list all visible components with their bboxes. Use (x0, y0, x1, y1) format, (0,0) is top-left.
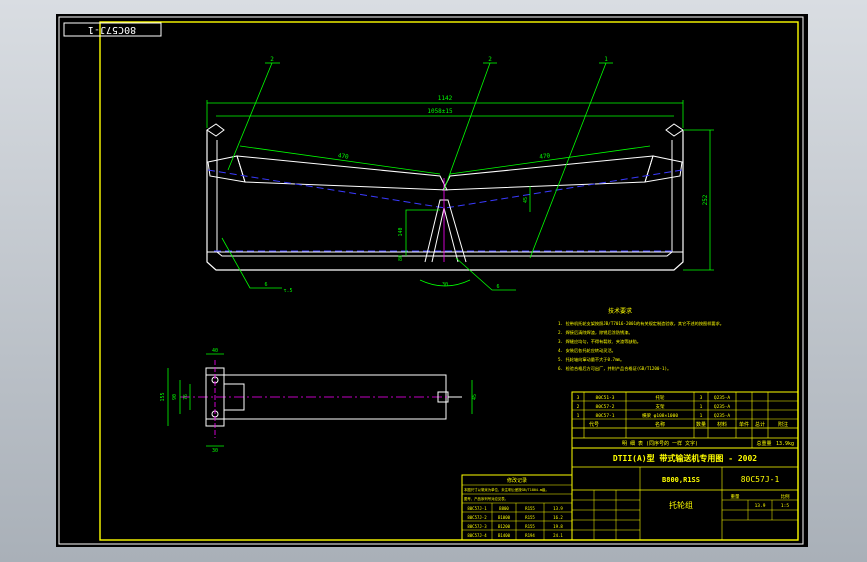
variant-r3-c3: R155 (525, 524, 535, 529)
variant-title: 修改记录 (507, 477, 527, 484)
drawing-number: 80C57J-1 (741, 475, 780, 484)
part-row-3-no: 1 (577, 413, 580, 419)
dim-height: 252 (702, 194, 709, 205)
scale-value: 1:5 (781, 503, 789, 509)
dim-bot: 80 (398, 255, 404, 261)
cad-drawing[interactable]: 80C57J-1 1142 1058±15 470 470 252 45 140… (0, 0, 867, 562)
parts-header-total: 总计 (755, 421, 765, 428)
parts-header-name: 名称 (655, 421, 665, 428)
part-row-3-mat: Q235-A (714, 413, 731, 419)
parts-header-code: 代号 (589, 421, 599, 428)
variant-r4-c1: 80C57J-4 (467, 533, 487, 538)
part-row-1-qty: 3 (700, 395, 703, 401)
part-row-1-name: 托轮 (656, 394, 665, 401)
variant-r2-c2: B1000 (498, 515, 511, 520)
tech-notes-title: 技术要求 (608, 307, 632, 315)
parts-header-mat: 材料 (717, 421, 727, 428)
part-name: 托轮组 (669, 500, 693, 510)
balloon-6a: 6 (264, 282, 267, 288)
tech-note-6: 6. 检验合格后方可出厂，并附产品合格证(GB/T1200-1)。 (558, 365, 671, 372)
total-weight-value: 13.9kg (776, 441, 794, 447)
weight-value: 13.9 (755, 503, 766, 509)
part-row-1-code: 80C51-3 (596, 395, 615, 401)
part-row-3-code: 80C57-1 (596, 413, 615, 419)
tech-note-2: 2. 焊接后清除焊渣，除锈后涂防锈漆。 (558, 329, 633, 336)
variant-r4-c2: B1400 (498, 533, 511, 538)
side-dim-right: 45 (472, 394, 478, 400)
variant-r2-c3: R155 (525, 515, 535, 520)
part-row-1-no: 3 (577, 395, 580, 401)
variant-r2-c1: 80C57J-2 (467, 515, 487, 520)
side-dim-h: 155 (160, 392, 166, 401)
balloon-2b: 2 (488, 56, 492, 63)
balloon-2a: 2 (270, 56, 274, 63)
parts-header-note: 附注 (778, 421, 788, 428)
dim-tau: τ.5 (283, 288, 292, 294)
variant-r4-c3: R194 (525, 533, 535, 538)
variant-r1-c2: B800 (499, 506, 509, 511)
variant-r4-c4: 24.1 (553, 533, 563, 538)
parts-header-qty: 数量 (696, 421, 706, 428)
drawing-number-stamp: 80C57J-1 (88, 24, 136, 35)
variant-r3-c4: 19.8 (553, 524, 563, 529)
variant-r1-c4: 13.9 (553, 506, 563, 511)
tech-note-4: 4. 安装后各托轮应转动灵活。 (558, 347, 616, 354)
variant-r1-c3: R155 (525, 506, 535, 511)
side-dim-bottom: 30 (212, 448, 218, 454)
part-row-2-name: 支架 (656, 403, 665, 410)
dim-small-b: 140 (398, 227, 404, 236)
tech-note-3: 3. 焊缝应均匀，不得有裂纹、夹渣等缺陷。 (558, 338, 641, 345)
side-dim-c: 76 (183, 394, 189, 400)
weight-label: 重量 (731, 493, 740, 500)
variant-r2-c4: 16.2 (553, 515, 563, 520)
tech-note-1: 1. 拉带机托轮支架按照JB/T7016-2001的有关规定制造验收，其它不述的… (558, 320, 724, 327)
dim-overall: 1142 (438, 95, 453, 102)
spec-label: B800,R1SS (662, 476, 700, 484)
tech-note-5: 5. 托轮轴向窜动量不大于0.7mm。 (558, 356, 624, 363)
part-row-2-code: 80C57-2 (596, 404, 615, 410)
balloon-1: 1 (604, 56, 608, 63)
series-title: DTII(A)型 带式输送机专用图 - 2002 (613, 453, 757, 463)
part-row-3-qty: 1 (700, 413, 703, 419)
variant-note-2: 图号、产品序列号对应见表。 (464, 496, 508, 501)
part-row-2-no: 2 (577, 404, 580, 410)
total-weight-label: 总重量 (756, 440, 771, 447)
part-row-3-name: 横梁 φ108×1000 (642, 412, 678, 419)
parts-header-unit: 单件 (739, 421, 749, 428)
variant-note-1: 本图尺寸以毫米为单位，未注明公差按GB/T1804-m级。 (464, 487, 549, 492)
cad-viewport: 80C57J-1 1142 1058±15 470 470 252 45 140… (0, 0, 867, 562)
variant-r1-c1: 80C57J-1 (467, 506, 487, 511)
side-dim-b: 90 (172, 394, 178, 400)
side-dim-top: 40 (212, 348, 218, 354)
scale-label: 比例 (781, 493, 790, 500)
dim-inner: 1058±15 (427, 108, 453, 115)
balloon-6b: 6 (496, 284, 499, 290)
part-row-2-mat: Q235-A (714, 404, 731, 410)
part-row-1-mat: Q235-A (714, 395, 731, 401)
part-row-2-qty: 1 (700, 404, 703, 410)
variant-r3-c1: 80C57J-3 (467, 524, 487, 529)
dim-angle: 30 (442, 282, 448, 288)
dim-small-a: 45 (523, 197, 529, 203)
variant-r3-c2: B1200 (498, 524, 511, 529)
parts-footer: 明 细 表 (同序号的 一样 文字) (622, 440, 698, 447)
